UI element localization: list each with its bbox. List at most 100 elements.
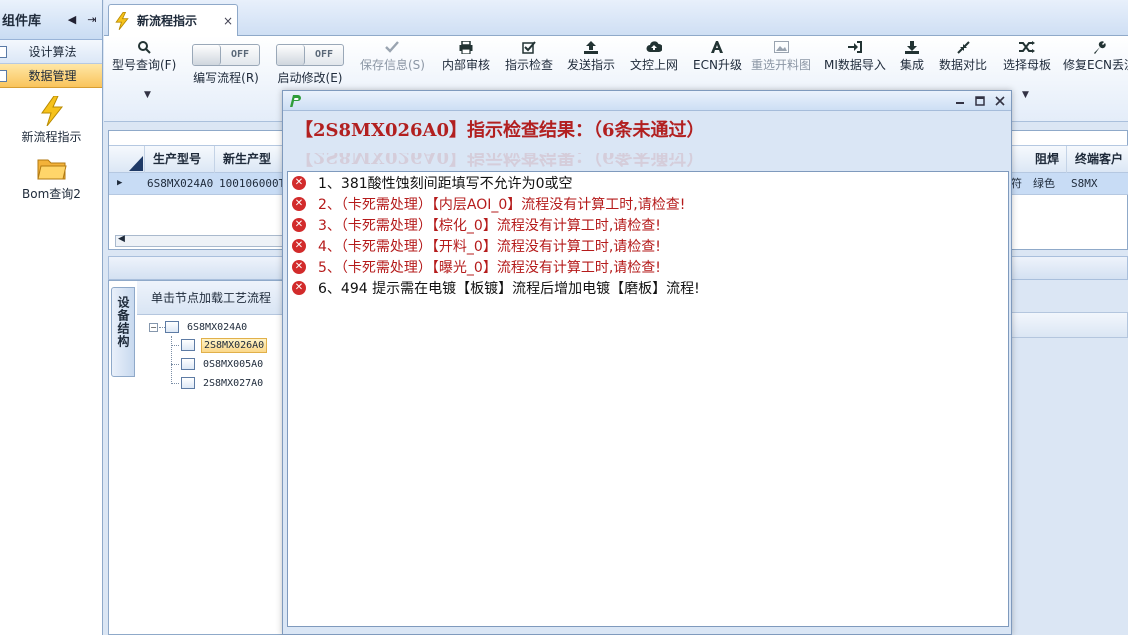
model-query-button[interactable]: 型号查询(F) — [112, 38, 176, 73]
send-instruction-button[interactable]: 发送指示 — [567, 38, 615, 73]
image-icon — [773, 38, 789, 56]
component-library-title: 组件库 — [2, 14, 42, 29]
list-item: ✕ 2、（卡死需处理）【内层AOI_0】流程没有计算工时,请检查! — [288, 193, 1008, 214]
right-subgrid-header — [1008, 312, 1128, 338]
tree-node-child[interactable]: 2S8MX027A0 — [181, 374, 265, 392]
check-icon — [385, 38, 400, 56]
checkbox-icon — [522, 38, 536, 56]
nav-item-data-management[interactable]: 数据管理 — [0, 64, 102, 88]
error-icon: ✕ — [292, 217, 306, 232]
node-icon — [181, 339, 195, 351]
internal-review-button[interactable]: 内部审核 — [442, 38, 490, 73]
grid-cell[interactable]: 绿色 — [1027, 173, 1067, 194]
horizontal-scrollbar[interactable]: ◀ — [115, 234, 295, 247]
nav-item-label: 设计算法 — [28, 45, 77, 59]
repair-ecn-button[interactable]: 修复ECN丢流 — [1063, 38, 1128, 73]
error-icon: ✕ — [292, 280, 306, 295]
module-new-process-instruction[interactable]: 新流程指示 — [0, 94, 103, 145]
download-icon — [905, 38, 919, 56]
collapse-left-icon[interactable]: ◀ — [62, 13, 82, 26]
error-icon: ✕ — [292, 259, 306, 274]
list-item: ✕ 1、381酸性蚀刻间距填写不允许为0或空 — [288, 172, 1008, 193]
toggle-switch[interactable]: OFF — [192, 44, 260, 66]
data-compare-button[interactable]: 数据对比 — [939, 38, 987, 73]
list-item: ✕ 6、494 提示需在电镀【板镀】流程后增加电镀【磨板】流程! — [288, 277, 1008, 298]
select-mother-board-button[interactable]: 选择母板 — [1003, 38, 1051, 73]
tab-label: 新流程指示 — [137, 14, 198, 28]
component-library-header: 组件库 ◀ ⇥ — [0, 0, 102, 40]
grid-header-cell[interactable]: 终端客户 — [1067, 146, 1128, 173]
error-icon: ✕ — [292, 175, 306, 190]
check-result-dialog: 【2S8MX026A0】指示检查结果：（6条未通过） 【2S8MX026A0】指… — [282, 90, 1012, 635]
nav-item-label: 数据管理 — [28, 69, 77, 83]
list-item: ✕ 3、（卡死需处理）【棕化_0】流程没有计算工时,请检查! — [288, 214, 1008, 235]
node-icon — [181, 377, 195, 389]
printer-icon — [459, 38, 473, 56]
grid-corner — [109, 146, 145, 173]
close-icon[interactable] — [991, 94, 1009, 108]
grid-header-cell[interactable]: 阻焊 — [1027, 146, 1067, 173]
document-online-button[interactable]: 文控上网 — [630, 38, 678, 73]
structure-tree-panel: 设备结构 单击节点加载工艺流程 − 6S8MX024A0 2S8MX026A0 … — [108, 280, 285, 635]
cloud-icon — [646, 38, 662, 56]
write-process-toggle[interactable]: OFF 编写流程(R) — [192, 44, 260, 86]
error-icon: ✕ — [292, 238, 306, 253]
tree-node-root[interactable]: 6S8MX024A0 — [165, 318, 249, 336]
node-icon — [165, 321, 179, 333]
maximize-icon[interactable] — [971, 94, 989, 108]
error-icon: ✕ — [292, 196, 306, 211]
tab-equipment-structure[interactable]: 设备结构 — [111, 287, 135, 377]
nav-window-icon — [0, 45, 7, 58]
tree-header: 单击节点加载工艺流程 — [137, 281, 285, 315]
list-item: ✕ 5、（卡死需处理）【曝光_0】流程没有计算工时,请检查! — [288, 256, 1008, 277]
document-tabstrip: 新流程指示 × — [104, 0, 1128, 36]
grid-header-cell[interactable]: 新生产型 — [215, 146, 285, 173]
tree-node-child[interactable]: 2S8MX026A0 — [181, 336, 268, 354]
lightning-icon — [115, 11, 131, 30]
tab-new-process-instruction[interactable]: 新流程指示 × — [108, 4, 238, 36]
dialog-titlebar[interactable] — [283, 91, 1011, 111]
minimize-icon[interactable] — [951, 94, 969, 108]
headline-reflection: 【2S8MX026A0】指示检查结果：（6条未通过） — [295, 153, 705, 167]
wrench-icon — [1093, 38, 1106, 56]
tree-expander-icon[interactable]: − — [149, 323, 158, 332]
mi-data-import-button[interactable]: MI数据导入 — [824, 38, 886, 73]
upload-icon — [584, 38, 598, 56]
font-icon — [710, 38, 724, 56]
tree-node-child[interactable]: 0S8MX005A0 — [181, 355, 265, 373]
check-result-list: ✕ 1、381酸性蚀刻间距填写不允许为0或空 ✕ 2、（卡死需处理）【内层AOI_0… — [287, 171, 1009, 627]
toggle-switch[interactable]: OFF — [276, 44, 344, 66]
instruction-check-button[interactable]: 指示检查 — [505, 38, 553, 73]
folder-icon — [0, 151, 103, 185]
chevron-down-icon[interactable]: ▼ — [144, 90, 151, 100]
app-logo-icon — [287, 93, 303, 109]
component-library-panel: 组件库 ◀ ⇥ 设计算法 数据管理 新流程指示 Bom查询2 — [0, 0, 103, 635]
integrate-button[interactable]: 集成 — [900, 38, 924, 73]
grid-header-cell[interactable]: 生产型号 — [145, 146, 215, 173]
nav-window-icon — [0, 69, 7, 82]
ecn-upgrade-button[interactable]: ECN升级 — [693, 38, 742, 73]
start-modify-toggle[interactable]: OFF 启动修改(E) — [276, 44, 344, 86]
grid-cell[interactable]: 100106000T5 — [213, 173, 285, 194]
grid-cell[interactable]: S8MX — [1065, 173, 1127, 194]
dialog-headline: 【2S8MX026A0】指示检查结果：（6条未通过） — [295, 120, 705, 141]
module-bom-query[interactable]: Bom查询2 — [0, 151, 103, 202]
nav-item-design-algorithm[interactable]: 设计算法 — [0, 40, 102, 64]
list-item: ✕ 4、（卡死需处理）【开料_0】流程没有计算工时,请检查! — [288, 235, 1008, 256]
search-icon — [137, 38, 151, 56]
pin-panel-icon[interactable]: ⇥ — [82, 13, 102, 26]
node-icon — [181, 358, 195, 370]
module-label: 新流程指示 — [21, 130, 82, 144]
import-icon — [847, 38, 862, 56]
compress-icon — [956, 38, 970, 56]
reselect-cutting-chart-button[interactable]: 重选开料图 — [751, 38, 811, 73]
chevron-down-icon[interactable]: ▼ — [1022, 90, 1029, 100]
row-indicator-icon: ▶ — [117, 178, 123, 188]
close-tab-icon[interactable]: × — [219, 14, 237, 28]
grid-cell[interactable]: 6S8MX024A0 — [141, 173, 215, 194]
lightning-icon — [0, 94, 103, 128]
shuffle-icon — [1019, 38, 1035, 56]
module-label: Bom查询2 — [22, 187, 81, 201]
save-info-button[interactable]: 保存信息(S) — [360, 38, 425, 73]
scroll-left-icon[interactable]: ◀ — [118, 234, 125, 244]
